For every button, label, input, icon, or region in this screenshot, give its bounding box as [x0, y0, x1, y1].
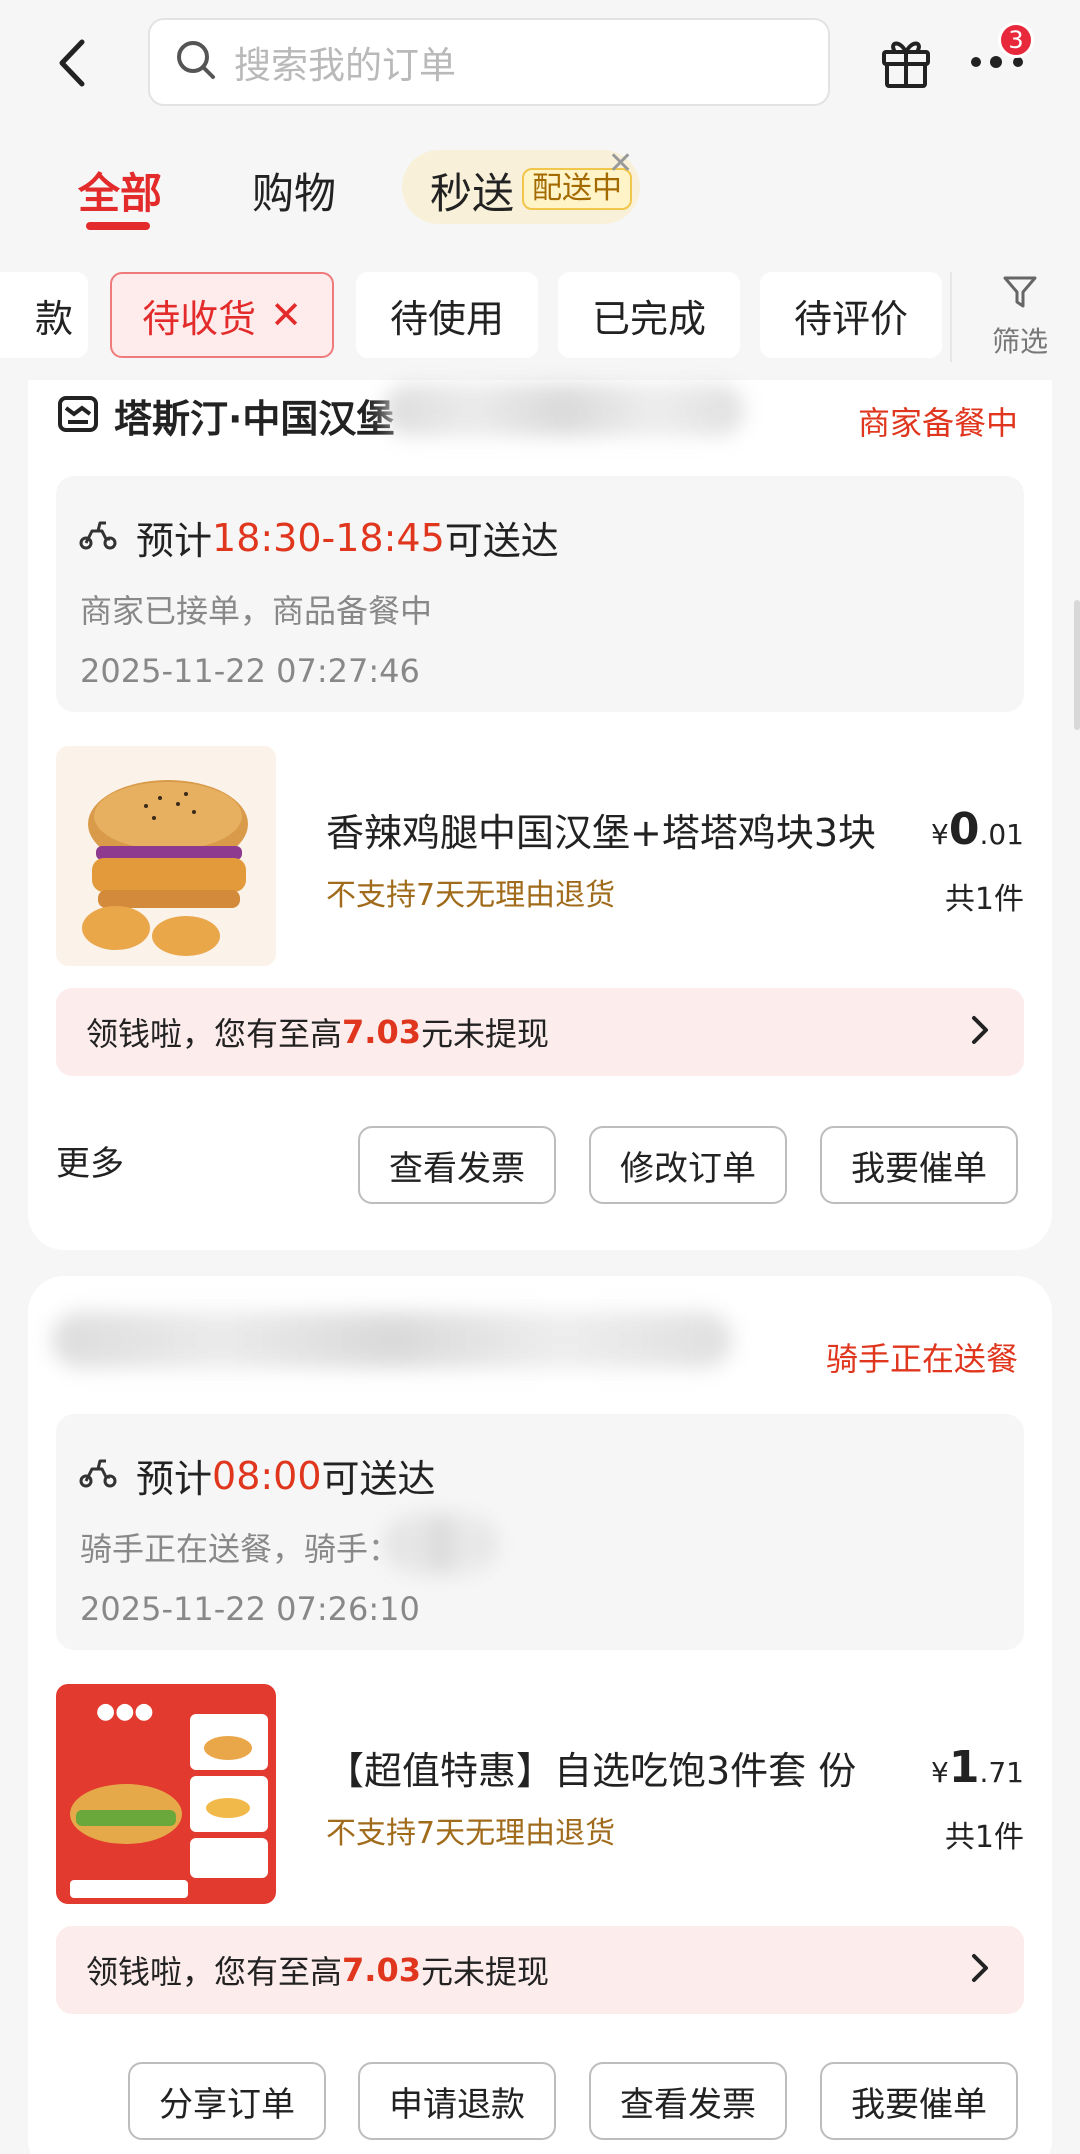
product-image: ●●●: [56, 1684, 276, 1904]
view-invoice-button[interactable]: 查看发票: [358, 1126, 556, 1204]
back-arrow-icon[interactable]: [48, 28, 108, 98]
product-name: 香辣鸡腿中国汉堡+塔塔鸡块3块: [326, 811, 877, 855]
product-price: ¥0.01: [931, 804, 1024, 855]
filter-label: 筛选: [991, 325, 1048, 358]
return-policy-note: 不支持7天无理由退货: [326, 1816, 616, 1851]
eta-line: 预计 18:30-18:45 可送达: [78, 510, 559, 565]
order-actions: 分享订单 申请退款 查看发票 我要催单: [28, 2062, 1052, 2142]
cashback-banner[interactable]: 领钱啦，您有至高 7.03 元未提现: [56, 988, 1024, 1076]
scrollbar[interactable]: [1074, 600, 1080, 730]
order-card[interactable]: 塔斯汀·中国汉堡 商家备餐中 预计 18:30-18:45 可送达 商家已接单，商品…: [28, 380, 1052, 1250]
store-name: 塔斯汀·中国汉堡: [114, 397, 395, 441]
share-order-button[interactable]: 分享订单: [128, 2062, 326, 2140]
chevron-right-icon: [964, 1010, 994, 1050]
request-refund-button[interactable]: 申请退款: [358, 2062, 556, 2140]
delivery-info[interactable]: 预计 08:00 可送达 骑手正在送餐，骑手： 2025-11-22 07:26:1…: [56, 1414, 1024, 1650]
cashback-banner[interactable]: 领钱啦，您有至高 7.03 元未提现: [56, 1926, 1024, 2014]
scooter-icon: [78, 516, 118, 560]
chip-pending-receipt[interactable]: 待收货 ✕: [110, 272, 334, 358]
tab-all[interactable]: 全部: [78, 160, 162, 221]
order-detail: 骑手正在送餐，骑手：: [80, 1530, 401, 1568]
tab-shopping[interactable]: 购物: [252, 160, 336, 221]
cashback-amount: 7.03: [342, 1013, 421, 1051]
eta-time: 18:30-18:45: [212, 515, 445, 560]
gift-icon[interactable]: [876, 30, 936, 90]
blurred-region: [384, 384, 744, 436]
top-bar: 搜索我的订单 3: [0, 0, 1080, 130]
product-image: [56, 746, 276, 966]
chevron-right-icon: [964, 1948, 994, 1988]
urge-order-button[interactable]: 我要催单: [820, 1126, 1018, 1204]
tab-active-indicator: [86, 222, 150, 230]
category-tabs: 全部 购物 秒送 配送中 ✕: [0, 146, 1080, 240]
order-timestamp: 2025-11-22 07:27:46: [80, 652, 420, 690]
more-link[interactable]: 更多: [56, 1136, 124, 1185]
blurred-rider-name: [386, 1514, 496, 1574]
tab-express-delivery[interactable]: 秒送 配送中 ✕: [402, 146, 640, 224]
product-row[interactable]: 香辣鸡腿中国汉堡+塔塔鸡块3块 不支持7天无理由退货 ¥0.01 共1件: [56, 746, 1024, 966]
filter-button[interactable]: 筛选: [972, 272, 1068, 360]
return-policy-note: 不支持7天无理由退货: [326, 878, 616, 913]
scooter-icon: [78, 1454, 118, 1498]
filter-icon: [1000, 276, 1040, 316]
divider: [950, 272, 952, 362]
tab-express-label: 秒送: [430, 169, 515, 218]
delivery-info[interactable]: 预计 18:30-18:45 可送达 商家已接单，商品备餐中 2025-11-22 …: [56, 476, 1024, 712]
product-quantity: 共1件: [944, 1820, 1024, 1855]
status-filter-chips: 款 待收货 ✕ 待使用 已完成 待评价 筛选: [0, 272, 1080, 362]
order-status: 骑手正在送餐: [825, 1340, 1018, 1378]
chip-label: 待收货: [142, 296, 257, 341]
close-icon[interactable]: ✕: [270, 293, 302, 337]
blurred-store-name: [52, 1312, 732, 1368]
search-placeholder: 搜索我的订单: [234, 44, 456, 87]
eta-line: 预计 08:00 可送达: [78, 1448, 436, 1503]
order-status: 商家备餐中: [857, 404, 1018, 442]
product-row[interactable]: ●●● 【超值特惠】自选吃饱3件套 份 不支持7天无理由退货 ¥1.71 共1件: [56, 1684, 1024, 1904]
search-input[interactable]: 搜索我的订单: [148, 18, 830, 106]
eta-time: 08:00: [212, 1453, 322, 1498]
chip-to-review[interactable]: 待评价: [760, 272, 942, 358]
modify-order-button[interactable]: 修改订单: [589, 1126, 787, 1204]
chip-partial[interactable]: 款: [0, 272, 88, 358]
search-icon: [174, 38, 218, 86]
store-icon: [56, 392, 100, 440]
product-quantity: 共1件: [944, 882, 1024, 917]
close-icon[interactable]: ✕: [608, 146, 633, 181]
notification-badge: 3: [998, 22, 1034, 58]
urge-order-button[interactable]: 我要催单: [820, 2062, 1018, 2140]
svg-text:●●●: ●●●: [96, 1699, 154, 1724]
chip-completed[interactable]: 已完成: [558, 272, 740, 358]
order-detail: 商家已接单，商品备餐中: [80, 592, 433, 630]
store-header[interactable]: 塔斯汀·中国汉堡: [56, 388, 394, 443]
product-name: 【超值特惠】自选吃饱3件套 份: [326, 1749, 857, 1793]
cashback-amount: 7.03: [342, 1951, 421, 1989]
order-card[interactable]: 骑手正在送餐 预计 08:00 可送达 骑手正在送餐，骑手： 2025-11-22 …: [28, 1276, 1052, 2154]
order-actions: 更多 查看发票 修改订单 我要催单: [28, 1126, 1052, 1206]
product-price: ¥1.71: [931, 1742, 1024, 1793]
view-invoice-button[interactable]: 查看发票: [589, 2062, 787, 2140]
order-timestamp: 2025-11-22 07:26:10: [80, 1590, 420, 1628]
chip-to-use[interactable]: 待使用: [356, 272, 538, 358]
